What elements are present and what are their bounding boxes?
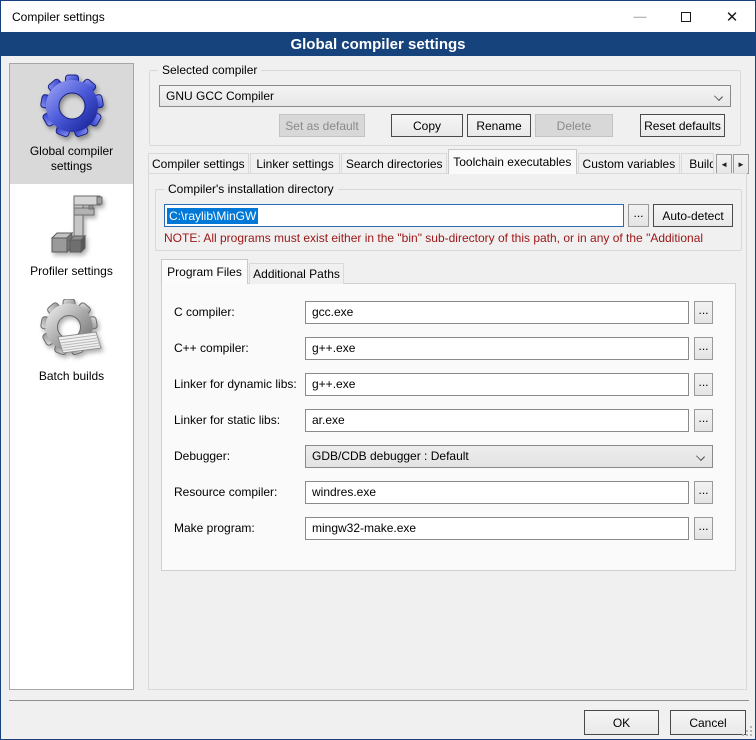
close-button[interactable]: ✕	[709, 1, 755, 32]
selected-compiler-legend: Selected compiler	[158, 63, 261, 77]
resize-grip[interactable]	[742, 726, 752, 736]
installation-directory-input[interactable]: C:\raylib\MinGW	[164, 204, 624, 227]
c-compiler-row: C compiler: ...	[174, 300, 713, 324]
linker-static-input[interactable]	[305, 409, 689, 432]
debugger-select[interactable]: GDB/CDB debugger : Default	[305, 445, 713, 468]
resource-compiler-browse-button[interactable]: ...	[694, 481, 713, 504]
debugger-select-value: GDB/CDB debugger : Default	[312, 449, 469, 463]
linker-static-label: Linker for static libs:	[174, 413, 305, 427]
cpp-compiler-browse-button[interactable]: ...	[694, 337, 713, 360]
linker-dynamic-input[interactable]	[305, 373, 689, 396]
window-title: Compiler settings	[1, 10, 105, 24]
resource-compiler-input[interactable]	[305, 481, 689, 504]
settings-tab-bar: Compiler settings Linker settings Search…	[148, 149, 749, 174]
tab-additional-paths[interactable]: Additional Paths	[249, 263, 344, 284]
debugger-label: Debugger:	[174, 449, 305, 463]
gear-gray-papers-icon	[40, 299, 104, 363]
settings-category-sidebar: Global compiler settings	[9, 63, 134, 690]
compiler-select[interactable]: GNU GCC Compiler	[159, 85, 731, 107]
tab-toolchain-executables[interactable]: Toolchain executables	[448, 149, 577, 174]
linker-dynamic-row: Linker for dynamic libs: ...	[174, 372, 713, 396]
sidebar-item-global-compiler-settings[interactable]: Global compiler settings	[10, 64, 133, 184]
program-files-panel: C compiler: ... C++ compiler: ... Linker…	[161, 283, 736, 571]
tab-compiler-settings[interactable]: Compiler settings	[148, 153, 249, 174]
footer-divider	[9, 700, 749, 701]
compiler-select-value: GNU GCC Compiler	[166, 89, 274, 103]
maximize-icon	[681, 12, 691, 22]
tab-build-options-truncated[interactable]: Build	[681, 153, 714, 174]
maximize-button[interactable]	[663, 1, 709, 32]
content-area: Selected compiler GNU GCC Compiler Set a…	[148, 63, 749, 690]
toolchain-executables-panel: Compiler's installation directory C:\ray…	[148, 173, 747, 690]
tab-scroll-right-button[interactable]: ►	[733, 154, 749, 174]
installation-directory-group: Compiler's installation directory C:\ray…	[155, 189, 742, 251]
set-as-default-button[interactable]: Set as default	[279, 114, 365, 137]
c-compiler-browse-button[interactable]: ...	[694, 301, 713, 324]
sidebar-item-label: Profiler settings	[26, 258, 117, 289]
gear-blue-icon	[40, 74, 104, 138]
linker-static-row: Linker for static libs: ...	[174, 408, 713, 432]
make-program-row: Make program: ...	[174, 516, 713, 540]
installation-directory-value: C:\raylib\MinGW	[167, 208, 258, 224]
compiler-actions: Set as default Copy Rename Delete Reset …	[150, 114, 740, 137]
linker-dynamic-browse-button[interactable]: ...	[694, 373, 713, 396]
rename-button[interactable]: Rename	[467, 114, 531, 137]
make-program-input[interactable]	[305, 517, 689, 540]
c-compiler-input[interactable]	[305, 301, 689, 324]
installation-directory-legend: Compiler's installation directory	[164, 182, 338, 196]
sidebar-item-profiler-settings[interactable]: Profiler settings	[10, 184, 133, 289]
minimize-button[interactable]: —	[617, 1, 663, 32]
delete-button[interactable]: Delete	[535, 114, 613, 137]
sidebar-item-label: Global compiler settings	[10, 138, 133, 184]
tab-program-files[interactable]: Program Files	[161, 259, 248, 284]
compiler-settings-dialog: Compiler settings — ✕ Global compiler se…	[0, 0, 756, 740]
ok-button[interactable]: OK	[584, 710, 659, 735]
caliper-icon	[40, 194, 104, 258]
reset-defaults-button[interactable]: Reset defaults	[640, 114, 725, 137]
auto-detect-button[interactable]: Auto-detect	[653, 204, 733, 227]
cpp-compiler-label: C++ compiler:	[174, 341, 305, 355]
chevron-down-icon	[696, 452, 705, 461]
sidebar-item-batch-builds[interactable]: Batch builds	[10, 289, 133, 394]
resource-compiler-row: Resource compiler: ...	[174, 480, 713, 504]
tab-search-directories[interactable]: Search directories	[341, 153, 447, 174]
tab-linker-settings[interactable]: Linker settings	[250, 153, 341, 174]
program-files-tab-bar: Program Files Additional Paths	[161, 260, 345, 284]
sidebar-item-label: Batch builds	[35, 363, 108, 394]
copy-button[interactable]: Copy	[391, 114, 463, 137]
resource-compiler-label: Resource compiler:	[174, 485, 305, 499]
cpp-compiler-row: C++ compiler: ...	[174, 336, 713, 360]
debugger-row: Debugger: GDB/CDB debugger : Default	[174, 444, 713, 468]
cpp-compiler-input[interactable]	[305, 337, 689, 360]
make-program-label: Make program:	[174, 521, 305, 535]
selected-compiler-group: Selected compiler GNU GCC Compiler Set a…	[149, 70, 741, 146]
c-compiler-label: C compiler:	[174, 305, 305, 319]
cancel-button[interactable]: Cancel	[670, 710, 746, 735]
tab-custom-variables[interactable]: Custom variables	[578, 153, 681, 174]
title-bar: Compiler settings — ✕	[1, 1, 755, 32]
bin-subdirectory-note: NOTE: All programs must exist either in …	[164, 231, 733, 245]
make-program-browse-button[interactable]: ...	[694, 517, 713, 540]
linker-dynamic-label: Linker for dynamic libs:	[174, 377, 305, 391]
window-controls: — ✕	[617, 1, 755, 32]
linker-static-browse-button[interactable]: ...	[694, 409, 713, 432]
chevron-down-icon	[714, 92, 723, 101]
installation-directory-browse-button[interactable]: ...	[628, 204, 649, 227]
tab-scroll-left-button[interactable]: ◄	[716, 154, 732, 174]
page-title: Global compiler settings	[1, 32, 755, 56]
